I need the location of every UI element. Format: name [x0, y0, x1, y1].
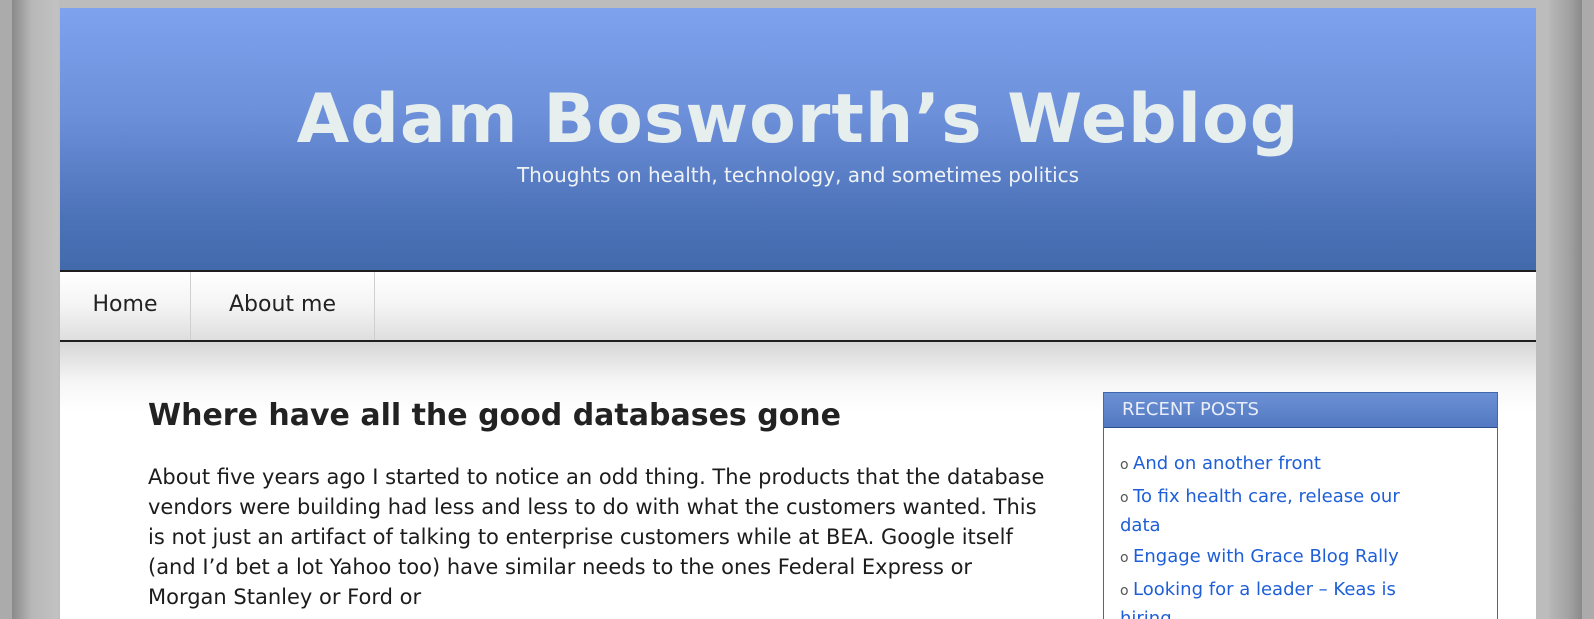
- widget-title: RECENT POSTS: [1104, 393, 1497, 428]
- site-tagline: Thoughts on health, technology, and some…: [516, 163, 1080, 187]
- recent-posts-widget: RECENT POSTS o And on another front o To…: [1103, 392, 1498, 619]
- page-frame-right: [1549, 0, 1582, 619]
- bullet-icon: o: [1120, 550, 1134, 566]
- bullet-icon: o: [1120, 457, 1134, 473]
- recent-post-item[interactable]: o Looking for a leader – Keas is hiring: [1120, 576, 1420, 619]
- bullet-icon: o: [1120, 583, 1134, 599]
- recent-post-link[interactable]: To fix health care, release our data: [1120, 486, 1400, 536]
- post-title[interactable]: Where have all the good databases gone: [148, 396, 841, 436]
- recent-post-item[interactable]: o To fix health care, release our data: [1120, 483, 1420, 539]
- main-nav: Home About me: [60, 272, 1536, 342]
- recent-post-item[interactable]: o And on another front: [1120, 450, 1420, 479]
- post-body: About five years ago I started to notice…: [148, 465, 1045, 609]
- site-title[interactable]: Adam Bosworth’s Weblog: [60, 80, 1536, 160]
- recent-post-item[interactable]: o Engage with Grace Blog Rally: [1120, 543, 1420, 572]
- recent-posts-list: o And on another front o To fix health c…: [1104, 428, 1420, 619]
- blog-page: Adam Bosworth’s Weblog Thoughts on healt…: [60, 8, 1536, 619]
- recent-post-link[interactable]: And on another front: [1133, 453, 1321, 474]
- nav-item-home[interactable]: Home: [60, 272, 191, 340]
- bullet-icon: o: [1120, 490, 1134, 506]
- nav-item-about-me[interactable]: About me: [191, 272, 375, 340]
- recent-post-link[interactable]: Engage with Grace Blog Rally: [1133, 546, 1399, 567]
- recent-post-link[interactable]: Looking for a leader – Keas is hiring: [1120, 579, 1396, 619]
- site-header: Adam Bosworth’s Weblog Thoughts on healt…: [60, 8, 1536, 272]
